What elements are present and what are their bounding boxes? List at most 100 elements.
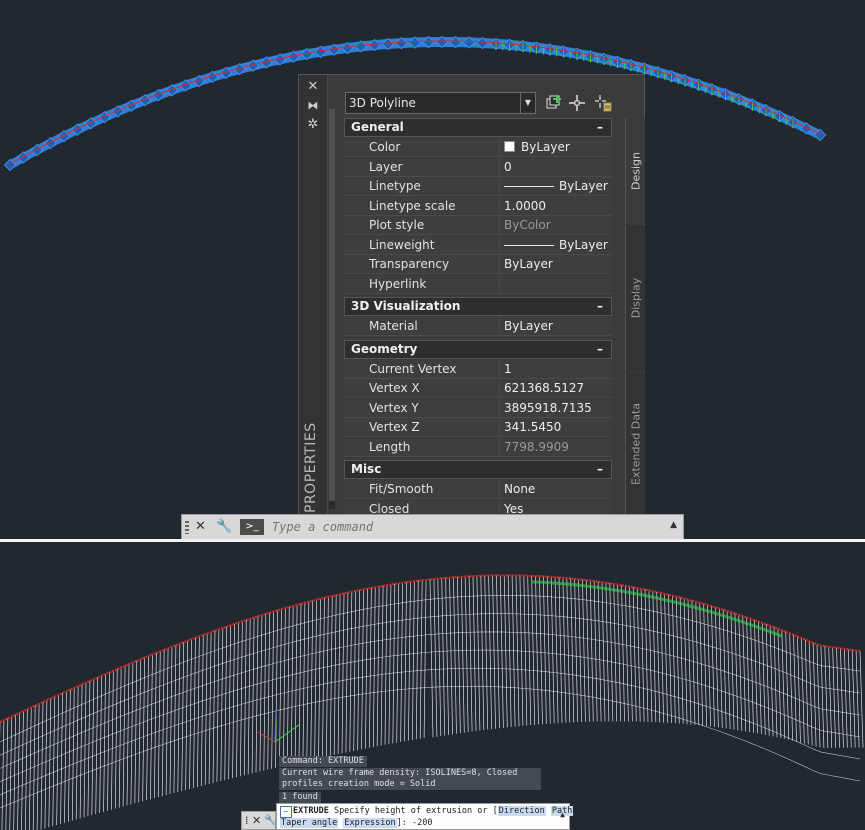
collapse-icon[interactable]: – xyxy=(597,119,603,136)
property-value-text: Yes xyxy=(504,501,524,516)
collapse-icon[interactable]: – xyxy=(597,341,603,358)
property-value-text: 7798.9909 xyxy=(504,439,569,454)
quick-select-icon[interactable] xyxy=(593,93,613,113)
tab-design[interactable]: Design xyxy=(625,118,645,224)
command-input-value[interactable]: -200 xyxy=(412,818,432,828)
property-value[interactable]: 1.0000 xyxy=(499,196,612,216)
property-value-text: ByColor xyxy=(504,218,551,232)
collapse-icon[interactable]: – xyxy=(597,298,603,315)
prompt-end: ]: xyxy=(396,818,412,828)
palette-title: PROPERTIES xyxy=(303,422,319,513)
property-label: Current Vertex xyxy=(344,359,499,379)
property-value[interactable]: 0 xyxy=(499,157,612,177)
top-viewport[interactable]: ✕ ⧓ ✲ PROPERTIES 3D Polyline ▼ General – C… xyxy=(0,0,865,540)
command-line: ✕ 🔧 >_ ▲ xyxy=(181,514,684,540)
wrench-icon[interactable]: 🔧 xyxy=(216,519,232,534)
object-type-value: 3D Polyline xyxy=(349,96,416,110)
property-label: Closed xyxy=(344,499,499,515)
option-direction[interactable]: Direction xyxy=(497,806,546,816)
command-line-controls: ⁞ ✕ 🔧 xyxy=(241,811,278,830)
command-prompt-icon: ⌐ xyxy=(280,806,292,818)
chevron-up-icon[interactable]: ▲ xyxy=(560,809,565,820)
property-row[interactable]: Length 7798.9909 xyxy=(344,437,612,457)
property-value[interactable]: 3895918.7135 xyxy=(499,398,612,418)
tab-display-label: Display xyxy=(629,277,642,319)
property-label: Material xyxy=(344,317,499,336)
category-geometry[interactable]: Geometry – xyxy=(344,339,612,359)
auto-hide-icon[interactable]: ⧓ xyxy=(305,98,321,114)
properties-palette: ✕ ⧓ ✲ PROPERTIES 3D Polyline ▼ General – C… xyxy=(298,74,645,516)
property-row[interactable]: Linetype scale 1.0000 xyxy=(344,196,612,216)
property-label: Linetype xyxy=(344,177,499,196)
property-value[interactable]: 621368.5127 xyxy=(499,379,612,398)
property-label: Layer xyxy=(344,157,499,177)
palette-scrollbar[interactable] xyxy=(329,109,335,509)
palette-title-bar[interactable]: ✕ ⧓ ✲ PROPERTIES xyxy=(299,75,328,515)
property-row[interactable]: Current Vertex 1 xyxy=(344,359,612,379)
object-type-select[interactable]: 3D Polyline ▼ xyxy=(345,92,536,114)
property-row[interactable]: Linetype ByLayer xyxy=(344,177,612,196)
property-value[interactable]: 341.5450 xyxy=(499,418,612,437)
close-icon[interactable]: ✕ xyxy=(252,814,261,827)
chevron-down-icon[interactable]: ▼ xyxy=(520,93,535,113)
tab-display[interactable]: Display xyxy=(625,225,645,371)
property-value[interactable]: ByLayer xyxy=(499,138,612,157)
option-taper-angle[interactable]: Taper angle xyxy=(280,818,339,828)
collapse-icon[interactable]: – xyxy=(597,461,603,478)
settings-icon[interactable]: ✲ xyxy=(305,117,321,133)
property-row[interactable]: Fit/Smooth None xyxy=(344,480,612,499)
property-label: Hyperlink xyxy=(344,274,499,294)
property-row[interactable]: Layer 0 xyxy=(344,157,612,177)
property-value-text: 1 xyxy=(504,361,512,376)
property-label: Linetype scale xyxy=(344,196,499,216)
property-label: Plot style xyxy=(344,216,499,235)
linetype-sample-icon xyxy=(504,186,554,187)
property-label: Vertex Y xyxy=(344,398,499,418)
property-row[interactable]: Lineweight ByLayer xyxy=(344,235,612,255)
property-row[interactable]: Color ByLayer xyxy=(344,138,612,157)
command-history-line: Current wire frame density: ISOLINES=8, … xyxy=(279,768,541,790)
category-3d-visualization[interactable]: 3D Visualization – xyxy=(344,297,612,316)
property-label: Lineweight xyxy=(344,235,499,255)
property-value[interactable]: ByLayer xyxy=(499,317,612,336)
property-row[interactable]: Closed Yes xyxy=(344,499,612,516)
category-label: General xyxy=(351,120,404,134)
property-value: 7798.9909 xyxy=(499,437,612,457)
property-value[interactable]: None xyxy=(499,480,612,499)
property-row[interactable]: Transparency ByLayer xyxy=(344,255,612,274)
tab-extended-data-label: Extended Data xyxy=(629,402,642,485)
property-value-text: 621368.5127 xyxy=(504,381,585,395)
property-value[interactable]: ByLayer xyxy=(499,255,612,274)
property-value-text: 3895918.7135 xyxy=(504,400,592,415)
category-label: Misc xyxy=(351,462,382,476)
property-row[interactable]: Material ByLayer xyxy=(344,317,612,336)
drag-handle[interactable] xyxy=(185,521,189,534)
property-row[interactable]: Vertex Y 3895918.7135 xyxy=(344,398,612,418)
command-input[interactable] xyxy=(272,518,652,536)
select-objects-icon[interactable] xyxy=(567,93,587,113)
property-value[interactable] xyxy=(499,274,612,294)
grip-icon[interactable]: ⁞ xyxy=(245,814,249,827)
property-row[interactable]: Vertex X 621368.5127 xyxy=(344,379,612,398)
command-prompt-icon[interactable]: >_ xyxy=(240,519,264,535)
property-row[interactable]: Plot style ByColor xyxy=(344,216,612,235)
toggle-pickadd-icon[interactable] xyxy=(544,93,564,113)
option-expression[interactable]: Expression xyxy=(343,818,397,828)
property-value-text: None xyxy=(504,482,536,496)
property-value[interactable]: Yes xyxy=(499,499,612,516)
category-misc[interactable]: Misc – xyxy=(344,460,612,479)
close-icon[interactable]: ✕ xyxy=(195,519,206,534)
property-value[interactable]: ByLayer xyxy=(499,235,612,255)
property-grid: General – Color ByLayer Layer 0 Linetype ByLaye… xyxy=(344,118,612,515)
chevron-up-icon[interactable]: ▲ xyxy=(670,520,677,530)
property-value-text: 1.0000 xyxy=(504,198,546,213)
property-value[interactable]: 1 xyxy=(499,359,612,379)
tab-design-label: Design xyxy=(629,152,642,190)
property-row[interactable]: Hyperlink xyxy=(344,274,612,294)
property-value[interactable]: ByLayer xyxy=(499,177,612,196)
close-icon[interactable]: ✕ xyxy=(305,79,321,95)
active-command-prompt[interactable]: ⌐ EXTRUDE Specify height of extrusion or… xyxy=(276,803,574,830)
category-general[interactable]: General – xyxy=(344,118,612,137)
tab-extended-data[interactable]: Extended Data xyxy=(625,372,645,515)
property-row[interactable]: Vertex Z 341.5450 xyxy=(344,418,612,437)
